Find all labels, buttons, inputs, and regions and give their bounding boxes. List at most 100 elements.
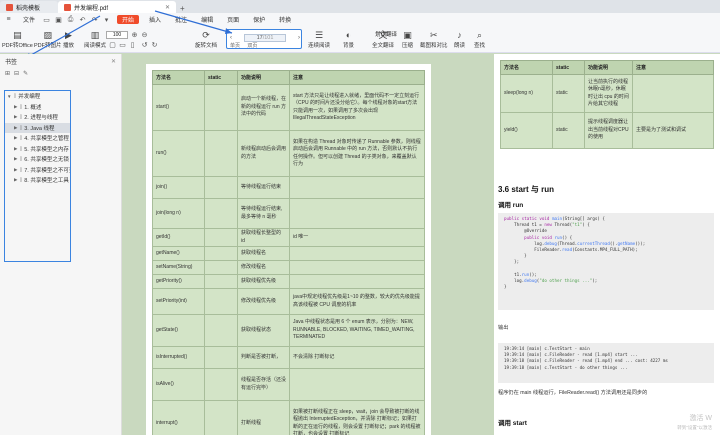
table-row: start() 启动一个新线程，在新的线程运行 run 方法中的代码 start 方…: [152, 84, 425, 131]
table-cell: 修改线程名: [237, 260, 290, 275]
bookmark-icon: ▯: [19, 177, 23, 184]
table-cell: [204, 368, 238, 401]
bookmark-icon: ▯: [19, 145, 23, 152]
toc-item-root[interactable]: ▼ ▯ 并发编程: [5, 91, 70, 102]
table-cell: [204, 288, 238, 315]
table-cell: 如果被打断线程正在 sleep，wait，join 会导致被打断的线程抛出 In…: [289, 400, 425, 435]
table-row: yield() static 提示线程调度器让出当前线程对CPU的使用 主要是为了测试…: [500, 112, 714, 149]
table-cell: [204, 274, 238, 289]
table-header-cell: 注意: [632, 60, 714, 75]
table-cell: isAlive(): [152, 368, 205, 401]
annotation-arrows: [23, 10, 233, 60]
table-cell: getId(): [152, 228, 205, 247]
bookmark-icon: ▯: [19, 114, 23, 121]
table-cell: 不会清除 打断标记: [289, 346, 425, 369]
expand-icon: ▶: [14, 145, 18, 151]
sidebar-title: 书签: [5, 59, 18, 66]
table-cell: 线程是否存活（还没有运行完毕）: [237, 368, 290, 401]
table-row: join() 等待线程运行结束: [152, 176, 425, 199]
table-cell: 新线程启动后会调用的方法: [237, 130, 290, 177]
expand-icon: ▶: [14, 135, 18, 141]
pdf-page-right: 方法名 static 功能说明 注意 sleep(long n) static 让当前执行…: [494, 54, 720, 435]
close-sidebar-icon[interactable]: ✕: [111, 58, 116, 65]
table-cell: [289, 176, 425, 199]
table-cell: start 方法只是让线程进入就绪，里面代码不一定立刻运行（CPU 的时间片还没…: [289, 84, 425, 131]
table-cell: static: [552, 74, 585, 113]
collapse-icon: ▼: [7, 93, 12, 99]
table-cell: 提示线程调度器让出当前线程对CPU的使用: [584, 112, 633, 149]
expand-icon: ▶: [14, 124, 18, 130]
table-cell: 获取线程名: [237, 246, 290, 261]
table-row: join(long n) 等待线程运行结束,最多等待 n 毫秒: [152, 198, 425, 229]
table-cell: join(long n): [152, 198, 205, 229]
toc-item-selected[interactable]: ▶ ▯ 3. Java 线程: [5, 122, 70, 133]
subheading-run: 调用 run: [498, 202, 524, 209]
toc-item[interactable]: ▶ ▯ 8. 共享模型之工具: [5, 175, 70, 186]
expand-icon: ▶: [14, 103, 18, 109]
table-row: isInterrupted() 判断是否被打断， 不会清除 打断标记: [152, 346, 425, 369]
toc-item[interactable]: ▶ ▯ 4. 共享模型之管程: [5, 133, 70, 144]
table-cell: [204, 84, 238, 131]
table-cell: [204, 314, 238, 347]
table-cell: [204, 228, 238, 247]
table-header-cell: 功能说明: [237, 70, 290, 85]
table-cell: getPriority(): [152, 274, 205, 289]
table-cell: [204, 130, 238, 177]
table-header-cell: 方法名: [500, 60, 553, 75]
table-cell: 启动一个新线程，在新的线程运行 run 方法中的代码: [237, 84, 290, 131]
table-row: getName() 获取线程名: [152, 246, 425, 261]
bookmark-sidebar: 书签 ✕ ⊞ ⊟ ✎ ▼ ▯ 并发编程 ▶ ▯ 1. 概述 ▶ ▯ 2. 进程与线程 ▶ ▯ 3.…: [0, 54, 122, 435]
table-cell: 获取线程状态: [237, 314, 290, 347]
vertical-scrollbar[interactable]: [484, 54, 490, 435]
table-header-cell: static: [204, 70, 238, 85]
table-cell: [289, 246, 425, 261]
table-header-cell: 方法名: [152, 70, 205, 85]
table-cell: getName(): [152, 246, 205, 261]
bookmark-tree: ▼ ▯ 并发编程 ▶ ▯ 1. 概述 ▶ ▯ 2. 进程与线程 ▶ ▯ 3. Java 线程 ▶…: [4, 90, 71, 262]
table-cell: 打断线程: [237, 400, 290, 435]
table-header-cell: 功能说明: [584, 60, 633, 75]
table-row: setPriority(int) 修改线程优先级 java中规定线程优先级是1~10…: [152, 288, 425, 315]
table-cell: 等待线程运行结束,最多等待 n 毫秒: [237, 198, 290, 229]
table-cell: interrupt(): [152, 400, 205, 435]
code-block: public static void main(String[] args) {…: [498, 213, 714, 310]
table-cell: join(): [152, 176, 205, 199]
document-viewport[interactable]: 方法名 static 功能说明 注意 start() 启动一个新线程，在新的线程运行 r…: [123, 54, 720, 435]
table-cell: [204, 246, 238, 261]
bookmark-remove-icon[interactable]: ⊟: [14, 70, 19, 77]
table-row: setName(String) 修改线程名: [152, 260, 425, 275]
table-cell: [289, 368, 425, 401]
table-cell: [289, 198, 425, 229]
toc-item[interactable]: ▶ ▯ 7. 共享模型之不可变: [5, 165, 70, 176]
toc-item[interactable]: ▶ ▯ 1. 概述: [5, 102, 70, 113]
toc-item[interactable]: ▶ ▯ 6. 共享模型之无锁: [5, 154, 70, 165]
table-cell: 等待线程运行结束: [237, 176, 290, 199]
table-cell: start(): [152, 84, 205, 131]
table-cell: [204, 176, 238, 199]
subheading-start: 调用 start: [498, 420, 527, 427]
toc-item[interactable]: ▶ ▯ 5. 共享模型之内存: [5, 144, 70, 155]
table-header-cell: 注意: [289, 70, 425, 85]
method-table-left: 方法名 static 功能说明 注意 start() 启动一个新线程，在新的线程运行 r…: [152, 70, 425, 435]
table-cell: 让当前执行的线程休眠n毫秒，休眠时让出 cpu 的时间片给其它线程: [584, 74, 633, 113]
table-cell: id 唯一: [289, 228, 425, 247]
table-row: getState() 获取线程状态 Java 中线程状态是用 6 个 enum 表示…: [152, 314, 425, 347]
pdf-page-left: 方法名 static 功能说明 注意 start() 启动一个新线程，在新的线程运行 r…: [146, 64, 431, 435]
bookmark-icon: ▯: [19, 156, 23, 163]
table-cell: java中规定线程优先级是1~10 的整数，较大的优先级能提高该线程被 CPU …: [289, 288, 425, 315]
table-cell: [204, 346, 238, 369]
activation-watermark-sub: 转到"设置"以激活: [677, 425, 712, 430]
table-row: run() 新线程启动后会调用的方法 如果在构造 Thread 对象时传递了 Run…: [152, 130, 425, 177]
bookmark-icon: ▯: [13, 93, 17, 100]
activation-watermark: 激活 W: [689, 415, 712, 422]
table-cell: [204, 198, 238, 229]
table-cell: 判断是否被打断，: [237, 346, 290, 369]
bookmark-edit-icon[interactable]: ✎: [23, 70, 28, 77]
bookmark-add-icon[interactable]: ⊞: [5, 70, 10, 77]
toc-item[interactable]: ▶ ▯ 2. 进程与线程: [5, 112, 70, 123]
table-cell: getState(): [152, 314, 205, 347]
code-line: }: [504, 284, 507, 290]
table-cell: yield(): [500, 112, 553, 149]
output-label: 输出: [498, 325, 509, 331]
output-line: 19:39:18 [main] c.TestStart - do other t…: [504, 364, 628, 370]
